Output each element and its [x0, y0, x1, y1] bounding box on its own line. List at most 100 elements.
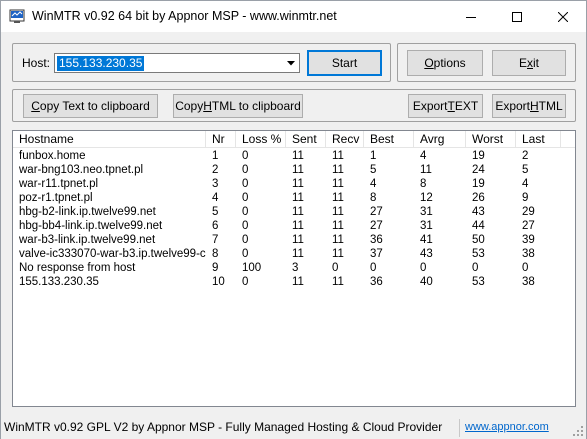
cell-nr: 9: [212, 262, 219, 274]
cell-sent: 11: [292, 164, 304, 176]
table-row[interactable]: hbg-bb4-link.ip.twelve99.net 6 0 11 11 27 31 44…: [13, 219, 575, 233]
cell-loss: 0: [242, 234, 249, 246]
results-table[interactable]: Hostname Nr Loss % Sent Recv Best Avrg W…: [12, 130, 576, 407]
cell-sent: 3: [292, 262, 299, 274]
minimize-button[interactable]: [448, 1, 494, 32]
cell-hostname: war-bng103.neo.tpnet.pl: [19, 164, 144, 176]
cell-recv: 11: [332, 192, 344, 204]
column-header-avrg[interactable]: Avrg: [414, 131, 466, 148]
cell-last: 0: [522, 262, 529, 274]
cell-worst: 50: [472, 234, 485, 246]
cell-sent: 11: [292, 248, 304, 260]
cell-recv: 11: [332, 150, 344, 162]
cell-worst: 0: [472, 262, 479, 274]
cell-nr: 7: [212, 234, 219, 246]
table-row[interactable]: valve-ic333070-war-b3.ip.twelve99-c... 8 0…: [13, 247, 575, 261]
table-header: Hostname Nr Loss % Sent Recv Best Avrg W…: [13, 131, 575, 148]
column-header-hostname[interactable]: Hostname: [13, 131, 206, 148]
cell-hostname: poz-r1.tpnet.pl: [19, 192, 93, 204]
close-button[interactable]: [540, 1, 586, 32]
appnor-link[interactable]: www.appnor.com: [465, 421, 549, 433]
cell-recv: 11: [332, 206, 344, 218]
cell-best: 8: [370, 192, 377, 204]
cell-loss: 0: [242, 192, 249, 204]
cell-worst: 43: [472, 206, 485, 218]
close-icon: [558, 11, 568, 22]
cell-best: 36: [370, 234, 383, 246]
resize-grip-icon[interactable]: [573, 426, 584, 437]
cell-last: 39: [522, 234, 535, 246]
table-row[interactable]: No response from host 9 100 3 0 0 0 0 0: [13, 261, 575, 275]
cell-hostname: hbg-b2-link.ip.twelve99.net: [19, 206, 156, 218]
cell-last: 4: [522, 178, 529, 190]
cell-avrg: 12: [420, 192, 433, 204]
cell-last: 2: [522, 150, 529, 162]
start-button[interactable]: Start: [307, 50, 382, 76]
cell-worst: 19: [472, 150, 485, 162]
cell-last: 38: [522, 276, 535, 288]
options-button[interactable]: Options: [407, 50, 483, 76]
column-header-best[interactable]: Best: [364, 131, 414, 148]
cell-best: 4: [370, 178, 377, 190]
cell-worst: 24: [472, 164, 485, 176]
copy-html-button[interactable]: Copy H TML to clipboard: [173, 94, 303, 118]
status-text: WinMTR v0.92 GPL V2 by Appnor MSP - Full…: [4, 420, 443, 434]
table-row[interactable]: poz-r1.tpnet.pl 4 0 11 11 8 12 26 9: [13, 191, 575, 205]
cell-worst: 53: [472, 276, 485, 288]
exit-button[interactable]: Ex it: [492, 50, 566, 76]
table-row[interactable]: war-b3-link.ip.twelve99.net 7 0 11 11 36 41 50 3…: [13, 233, 575, 247]
cell-recv: 11: [332, 164, 344, 176]
cell-nr: 8: [212, 248, 219, 260]
column-header-loss[interactable]: Loss %: [236, 131, 286, 148]
table-body: funbox.home 1 0 11 11 1 4 19 2 war-bng103.neo.tpn…: [13, 149, 575, 289]
cell-loss: 0: [242, 206, 249, 218]
table-row[interactable]: hbg-b2-link.ip.twelve99.net 5 0 11 11 27 31 43 2…: [13, 205, 575, 219]
column-header-nr[interactable]: Nr: [206, 131, 236, 148]
cell-recv: 11: [332, 248, 344, 260]
maximize-icon: [512, 11, 522, 22]
cell-hostname: funbox.home: [19, 150, 86, 162]
host-value[interactable]: 155.133.230.35: [57, 56, 145, 71]
column-header-sent[interactable]: Sent: [286, 131, 326, 148]
column-header-worst[interactable]: Worst: [466, 131, 516, 148]
combo-dropdown-button[interactable]: [282, 54, 299, 72]
table-row[interactable]: 155.133.230.35 10 0 11 11 36 40 53 38: [13, 275, 575, 289]
cell-best: 0: [370, 262, 377, 274]
minimize-icon: [466, 16, 476, 18]
export-text-button[interactable]: Export T EXT: [408, 94, 483, 118]
host-combobox[interactable]: 155.133.230.35: [54, 53, 300, 73]
cell-nr: 3: [212, 178, 219, 190]
cell-last: 5: [522, 164, 529, 176]
cell-nr: 6: [212, 220, 219, 232]
status-bar: WinMTR v0.92 GPL V2 by Appnor MSP - Full…: [1, 417, 586, 439]
table-row[interactable]: war-r11.tpnet.pl 3 0 11 11 4 8 19 4: [13, 177, 575, 191]
copy-text-button[interactable]: Copy Text to clipboard: [23, 94, 158, 118]
cell-sent: 11: [292, 206, 304, 218]
column-header-last[interactable]: Last: [516, 131, 561, 148]
cell-loss: 0: [242, 164, 249, 176]
cell-last: 9: [522, 192, 529, 204]
cell-loss: 0: [242, 178, 249, 190]
cell-sent: 11: [292, 220, 304, 232]
cell-worst: 53: [472, 248, 485, 260]
maximize-button[interactable]: [494, 1, 540, 32]
cell-avrg: 31: [420, 220, 433, 232]
cell-worst: 44: [472, 220, 485, 232]
export-html-button[interactable]: Export H TML: [492, 94, 566, 118]
cell-sent: 11: [292, 178, 304, 190]
app-window: WinMTR v0.92 64 bit by Appnor MSP - www.…: [0, 0, 587, 439]
title-bar[interactable]: WinMTR v0.92 64 bit by Appnor MSP - www.…: [1, 1, 586, 32]
column-header-recv[interactable]: Recv: [326, 131, 364, 148]
cell-recv: 0: [332, 262, 339, 274]
cell-nr: 4: [212, 192, 219, 204]
cell-last: 38: [522, 248, 535, 260]
cell-sent: 11: [292, 150, 304, 162]
cell-best: 1: [370, 150, 377, 162]
cell-worst: 26: [472, 192, 485, 204]
cell-recv: 11: [332, 178, 344, 190]
table-row[interactable]: funbox.home 1 0 11 11 1 4 19 2: [13, 149, 575, 163]
cell-worst: 19: [472, 178, 485, 190]
window-title: WinMTR v0.92 64 bit by Appnor MSP - www.…: [32, 9, 337, 23]
table-row[interactable]: war-bng103.neo.tpnet.pl 2 0 11 11 5 11 24 5: [13, 163, 575, 177]
cell-avrg: 31: [420, 206, 433, 218]
